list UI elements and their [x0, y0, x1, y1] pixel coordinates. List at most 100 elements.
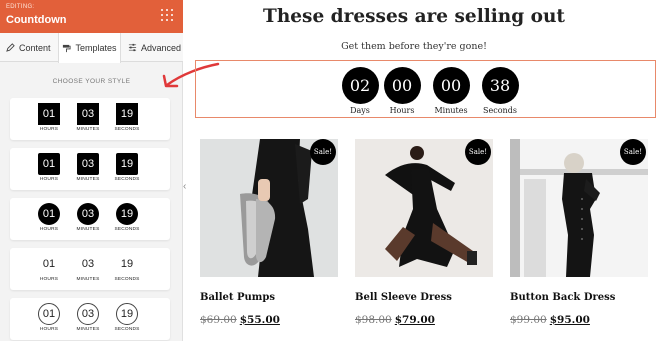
tab-templates[interactable]: Templates: [58, 33, 121, 63]
template-unit-label: HOURS: [39, 177, 59, 182]
template-unit: 03 MINUTES: [77, 153, 99, 182]
template-unit: 03 MINUTES: [77, 303, 99, 332]
template-unit-label: HOURS: [39, 277, 59, 282]
template-option-square-rounded[interactable]: 01 HOURS 03 MINUTES 19 SECONDS: [10, 148, 170, 190]
old-price: $98.00: [355, 314, 392, 326]
product-name[interactable]: Ballet Pumps: [200, 292, 275, 303]
pencil-icon: [6, 43, 15, 52]
template-unit: 01 HOURS: [38, 253, 60, 282]
template-value: 19: [116, 103, 138, 125]
template-option-square[interactable]: 01 HOURS 03 MINUTES 19 SECONDS: [10, 98, 170, 140]
template-unit: 01 HOURS: [38, 203, 60, 232]
template-value: 19: [116, 153, 138, 175]
product-name[interactable]: Button Back Dress: [510, 292, 615, 303]
product-name[interactable]: Bell Sleeve Dress: [355, 292, 452, 303]
template-unit-label: MINUTES: [76, 177, 100, 182]
editing-title: Countdown: [6, 14, 67, 26]
template-unit: 01 HOURS: [38, 103, 60, 132]
template-value: 19: [116, 203, 138, 225]
countdown-minutes: 00 Minutes: [432, 67, 470, 115]
countdown-minutes-label: Minutes: [434, 106, 468, 115]
page-subheadline: Get them before they're gone!: [341, 41, 487, 52]
template-unit: 19 SECONDS: [114, 153, 139, 182]
tab-advanced-label: Advanced: [141, 42, 182, 53]
template-unit-label: HOURS: [39, 227, 59, 232]
sliders-icon: [128, 43, 137, 52]
template-value: 01: [38, 153, 60, 175]
product-price: $69.00 $55.00: [200, 314, 280, 326]
template-option-plain[interactable]: 01 HOURS 03 MINUTES 19 SECONDS: [10, 248, 170, 290]
template-unit-label: MINUTES: [76, 327, 100, 332]
template-unit: 03 MINUTES: [77, 203, 99, 232]
template-unit-label: SECONDS: [114, 277, 140, 282]
choose-style-heading: CHOOSE YOUR STYLE: [52, 78, 131, 85]
sale-price: $79.00: [394, 314, 435, 326]
editing-label: EDITING:: [6, 4, 35, 10]
template-value: 03: [77, 303, 99, 325]
product-image[interactable]: Sale!: [200, 139, 338, 277]
countdown-days: 02 Days: [341, 67, 379, 115]
editor-sidebar: EDITING: Countdown Content Templates Adv…: [0, 0, 183, 341]
template-unit: 03 MINUTES: [77, 103, 99, 132]
template-value: 19: [120, 258, 134, 270]
product-card[interactable]: Sale! Button Back Dress $99.00 $95.00: [510, 139, 648, 326]
countdown-hours-value: 00: [383, 67, 421, 104]
template-value: 01: [42, 258, 56, 270]
template-unit-label: MINUTES: [76, 277, 100, 282]
countdown-block[interactable]: 02 Days 00 Hours 00 Minutes 38 Seconds: [195, 60, 656, 118]
collapse-sidebar-icon[interactable]: ‹: [183, 181, 186, 192]
product-image[interactable]: Sale!: [355, 139, 493, 277]
template-option-circle-outline[interactable]: 01 HOURS 03 MINUTES 19 SECONDS: [10, 298, 170, 340]
sale-badge: Sale!: [310, 139, 336, 165]
template-value: 19: [116, 303, 138, 325]
countdown-hours-label: Hours: [389, 106, 415, 115]
old-price: $99.00: [510, 314, 547, 326]
sale-badge: Sale!: [465, 139, 491, 165]
countdown-seconds: 38 Seconds: [481, 67, 519, 115]
tab-content-label: Content: [19, 42, 51, 53]
countdown-minutes-value: 00: [432, 67, 470, 104]
template-unit: 19 SECONDS: [114, 253, 139, 282]
countdown-seconds-value: 38: [481, 67, 519, 104]
countdown-hours: 00 Hours: [383, 67, 421, 115]
tab-templates-label: Templates: [75, 43, 117, 53]
template-value: 01: [38, 103, 60, 125]
template-unit: 19 SECONDS: [114, 303, 139, 332]
template-unit-label: SECONDS: [114, 227, 140, 232]
countdown-days-value: 02: [341, 67, 379, 104]
countdown-seconds-label: Seconds: [483, 106, 517, 115]
product-price: $98.00 $79.00: [355, 314, 435, 326]
template-unit: 03 MINUTES: [77, 253, 100, 282]
template-unit: 19 SECONDS: [114, 203, 139, 232]
template-unit-label: SECONDS: [114, 177, 140, 182]
template-unit-label: SECONDS: [114, 127, 140, 132]
template-unit-label: MINUTES: [76, 127, 100, 132]
product-price: $99.00 $95.00: [510, 314, 590, 326]
template-option-circle-filled[interactable]: 01 HOURS 03 MINUTES 19 SECONDS: [10, 198, 170, 240]
template-value: 03: [77, 103, 99, 125]
product-card[interactable]: Sale! Bell Sleeve Dress $98.00 $79.00: [355, 139, 493, 326]
template-value: 01: [38, 303, 60, 325]
template-value: 03: [77, 203, 99, 225]
sale-badge: Sale!: [620, 139, 646, 165]
template-unit: 19 SECONDS: [114, 103, 139, 132]
product-card[interactable]: Sale! Ballet Pumps $69.00 $55.00: [200, 139, 338, 326]
grid-menu-icon[interactable]: [161, 9, 174, 22]
template-value: 01: [38, 203, 60, 225]
template-unit: 01 HOURS: [38, 153, 60, 182]
page-headline: These dresses are selling out: [263, 6, 565, 27]
template-unit-label: MINUTES: [76, 227, 100, 232]
product-image[interactable]: Sale!: [510, 139, 648, 277]
template-unit-label: HOURS: [39, 327, 59, 332]
tab-content[interactable]: Content: [6, 33, 51, 62]
old-price: $69.00: [200, 314, 237, 326]
editing-header: EDITING: Countdown: [0, 0, 183, 33]
paint-roller-icon: [63, 44, 72, 52]
template-unit: 01 HOURS: [38, 303, 60, 332]
app-window: EDITING: Countdown Content Templates Adv…: [0, 0, 662, 341]
template-unit-label: SECONDS: [114, 327, 140, 332]
sale-price: $55.00: [239, 314, 280, 326]
template-value: 03: [77, 153, 99, 175]
template-value: 03: [81, 258, 95, 270]
template-unit-label: HOURS: [39, 127, 59, 132]
